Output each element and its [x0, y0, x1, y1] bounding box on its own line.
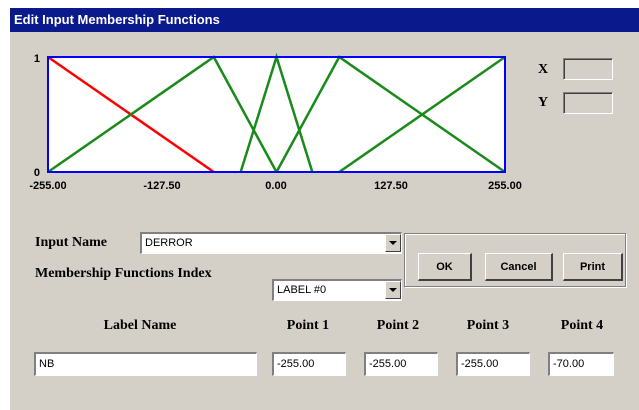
chevron-down-icon	[389, 241, 397, 245]
point-4-input[interactable]: -70.00	[548, 352, 614, 376]
mf-index-select[interactable]: LABEL #0	[272, 279, 402, 301]
x-tick-label: 127.50	[374, 180, 408, 192]
column-header-point-4: Point 4	[560, 318, 604, 333]
input-name-select[interactable]: DERROR	[140, 232, 402, 254]
x-tick-label: -127.50	[143, 180, 180, 192]
column-header-point-1: Point 1	[286, 318, 330, 333]
label-name-input[interactable]: NB	[34, 352, 257, 376]
column-header-point-2: Point 2	[376, 318, 420, 333]
input-name-dropdown-button[interactable]	[385, 234, 401, 252]
chevron-down-icon	[389, 288, 397, 292]
point-1-input[interactable]: -255.00	[272, 352, 346, 376]
input-name-value: DERROR	[145, 237, 193, 249]
plot-area	[48, 57, 505, 172]
x-tick-label: 0.00	[265, 180, 286, 192]
mf-index-value: LABEL #0	[277, 284, 327, 296]
x-tick-label: -255.00	[29, 180, 66, 192]
mf-index-dropdown-button[interactable]	[385, 281, 401, 299]
ok-button[interactable]: OK	[418, 253, 472, 281]
input-name-label: Input Name	[35, 235, 107, 250]
column-header-point-3: Point 3	[466, 318, 510, 333]
cancel-button[interactable]: Cancel	[485, 253, 553, 281]
x-coord-label: X	[538, 62, 549, 77]
y-tick-label: 0	[34, 167, 40, 179]
x-tick-label: 255.00	[488, 180, 522, 192]
column-header-label-name: Label Name	[103, 318, 177, 333]
y-coord-field	[563, 92, 613, 114]
x-coord-field	[563, 58, 613, 80]
y-coord-label: Y	[538, 95, 549, 110]
y-tick-label: 1	[34, 53, 40, 65]
mf-index-label: Membership Functions Index	[35, 266, 212, 281]
print-button[interactable]: Print	[563, 253, 623, 281]
point-2-input[interactable]: -255.00	[364, 352, 438, 376]
point-3-input[interactable]: -255.00	[456, 352, 530, 376]
